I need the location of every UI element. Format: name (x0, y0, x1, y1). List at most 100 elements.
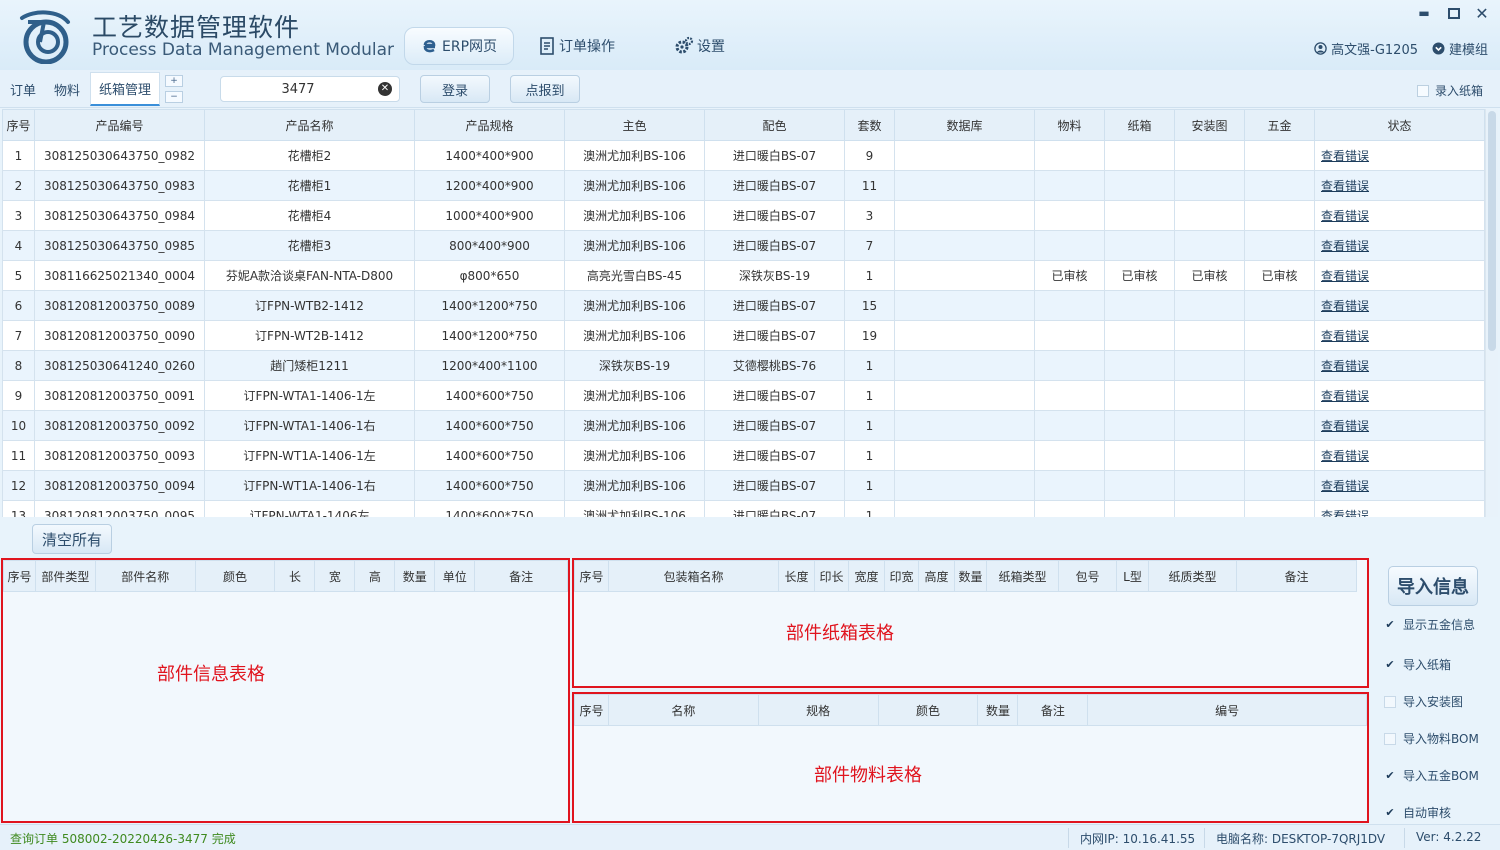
box-table-col-3[interactable]: 印长 (814, 560, 849, 592)
table-row[interactable]: 13 308120812003750_0095 订FPN-WTA1-1406左 140… (2, 500, 1485, 517)
view-error-link[interactable]: 查看错误 (1321, 449, 1369, 463)
product-table-col-9[interactable]: 纸箱 (1104, 109, 1175, 141)
view-error-link[interactable]: 查看错误 (1321, 509, 1369, 517)
option-checkbox-0[interactable]: ✔ 显示五金信息 (1384, 616, 1475, 633)
view-error-link[interactable]: 查看错误 (1321, 149, 1369, 163)
table-row[interactable]: 9 308120812003750_0091 订FPN-WTA1-1406-1左 14… (2, 380, 1485, 411)
order-search-input[interactable] (221, 77, 375, 101)
box-table-col-10[interactable]: L型 (1116, 560, 1149, 592)
box-table-col-9[interactable]: 包号 (1058, 560, 1117, 592)
tab-box-management[interactable]: 纸箱管理 (90, 72, 161, 106)
import-info-button[interactable]: 导入信息 (1388, 566, 1478, 606)
product-table-col-2[interactable]: 产品名称 (204, 109, 415, 141)
view-error-link[interactable]: 查看错误 (1321, 389, 1369, 403)
table-row[interactable]: 1 308125030643750_0982 花槽柜2 1400*400*900 澳洲尤… (2, 140, 1485, 171)
minimize-icon[interactable]: ▬ (1416, 5, 1432, 21)
material-table-col-1[interactable]: 名称 (607, 694, 759, 726)
box-table-col-4[interactable]: 宽度 (848, 560, 885, 592)
product-table-col-11[interactable]: 五金 (1244, 109, 1315, 141)
parts-table-col-8[interactable]: 单位 (434, 560, 476, 592)
box-table-col-7[interactable]: 数量 (954, 560, 987, 592)
report-button[interactable]: 点报到 (510, 75, 580, 103)
table-row[interactable]: 12 308120812003750_0094 订FPN-WT1A-1406-1右 1… (2, 470, 1485, 501)
box-table-col-5[interactable]: 印宽 (884, 560, 919, 592)
scrollbar-thumb[interactable] (1488, 111, 1496, 351)
nav-order-ops-button[interactable]: 订单操作 (524, 27, 629, 65)
option-checkbox-2[interactable]: 导入安装图 (1384, 693, 1463, 710)
option-checkbox-5[interactable]: ✔ 自动审核 (1384, 804, 1451, 821)
tab-materials[interactable]: 物料 (46, 72, 88, 106)
table-row[interactable]: 11 308120812003750_0093 订FPN-WT1A-1406-1左 1… (2, 440, 1485, 471)
view-error-link[interactable]: 查看错误 (1321, 329, 1369, 343)
product-table-col-3[interactable]: 产品规格 (414, 109, 565, 141)
material-table-col-6[interactable]: 编号 (1087, 694, 1367, 726)
material-table-col-3[interactable]: 颜色 (877, 694, 979, 726)
product-table-col-12[interactable]: 状态 (1314, 109, 1485, 141)
table-row[interactable]: 7 308120812003750_0090 订FPN-WT2B-1412 1400*… (2, 320, 1485, 351)
parts-table-col-7[interactable]: 数量 (394, 560, 436, 592)
product-table-col-8[interactable]: 物料 (1034, 109, 1105, 141)
view-error-link[interactable]: 查看错误 (1321, 269, 1369, 283)
box-table-col-6[interactable]: 高度 (918, 560, 955, 592)
parts-table-col-1[interactable]: 部件类型 (34, 560, 96, 592)
clear-icon[interactable]: ✕ (378, 82, 392, 96)
option-checkbox-1[interactable]: ✔ 导入纸箱 (1384, 656, 1451, 673)
table-row[interactable]: 10 308120812003750_0092 订FPN-WTA1-1406-1右 1… (2, 410, 1485, 441)
box-table-col-8[interactable]: 纸箱类型 (986, 560, 1059, 592)
box-table-col-0[interactable]: 序号 (574, 560, 609, 592)
table-cell (1174, 470, 1245, 501)
table-row[interactable]: 8 308125030641240_0260 趟门矮柜1211 1200*400*11… (2, 350, 1485, 381)
option-checkbox-3[interactable]: 导入物料BOM (1384, 730, 1479, 747)
product-table-col-6[interactable]: 套数 (844, 109, 895, 141)
view-error-link[interactable]: 查看错误 (1321, 209, 1369, 223)
product-table-col-10[interactable]: 安装图 (1174, 109, 1245, 141)
table-cell (1034, 350, 1105, 381)
material-table-col-0[interactable]: 序号 (574, 694, 609, 726)
close-icon[interactable]: ✕ (1474, 4, 1490, 23)
record-box-checkbox[interactable]: 录入纸箱 (1416, 82, 1483, 99)
nav-erp-button[interactable]: ERP网页 (404, 27, 514, 65)
table-row[interactable]: 6 308120812003750_0089 订FPN-WTB2-1412 1400*… (2, 290, 1485, 321)
view-error-link[interactable]: 查看错误 (1321, 299, 1369, 313)
product-table-scrollbar[interactable] (1486, 109, 1498, 517)
box-table-col-1[interactable]: 包装箱名称 (608, 560, 779, 592)
product-table-col-1[interactable]: 产品编号 (34, 109, 205, 141)
remove-tab-button[interactable]: − (165, 91, 183, 103)
table-row[interactable]: 5 308116625021340_0004 芬妮A款洽谈桌FAN-NTA-D800… (2, 260, 1485, 291)
view-error-link[interactable]: 查看错误 (1321, 239, 1369, 253)
parts-table-col-0[interactable]: 序号 (3, 560, 36, 592)
box-table-col-12[interactable]: 备注 (1236, 560, 1357, 592)
group-selector[interactable]: 建模组 (1432, 39, 1488, 58)
nav-settings-button[interactable]: 设置 (660, 27, 739, 65)
add-tab-button[interactable]: + (165, 75, 183, 87)
view-error-link[interactable]: 查看错误 (1321, 419, 1369, 433)
user-info[interactable]: 高文强-G1205 (1314, 39, 1418, 58)
parts-table-col-4[interactable]: 长 (274, 560, 316, 592)
box-table-col-11[interactable]: 纸质类型 (1148, 560, 1237, 592)
clear-all-button[interactable]: 清空所有 (32, 524, 112, 554)
table-row[interactable]: 2 308125030643750_0983 花槽柜1 1200*400*900 澳洲尤… (2, 170, 1485, 201)
tab-orders[interactable]: 订单 (2, 72, 44, 106)
parts-table-col-5[interactable]: 宽 (314, 560, 356, 592)
parts-table-col-2[interactable]: 部件名称 (94, 560, 196, 592)
option-checkbox-4[interactable]: ✔ 导入五金BOM (1384, 767, 1478, 784)
table-row[interactable]: 4 308125030643750_0985 花槽柜3 800*400*900 澳洲尤加… (2, 230, 1485, 261)
box-table-col-2[interactable]: 长度 (778, 560, 815, 592)
material-table-col-5[interactable]: 备注 (1017, 694, 1089, 726)
parts-table-col-9[interactable]: 备注 (474, 560, 568, 592)
parts-table-col-3[interactable]: 颜色 (194, 560, 276, 592)
maximize-icon[interactable] (1446, 5, 1462, 21)
material-table-col-4[interactable]: 数量 (977, 694, 1019, 726)
product-table-col-4[interactable]: 主色 (564, 109, 705, 141)
parts-table-col-6[interactable]: 高 (354, 560, 396, 592)
view-error-link[interactable]: 查看错误 (1321, 179, 1369, 193)
material-table-col-2[interactable]: 规格 (757, 694, 879, 726)
view-error-link[interactable]: 查看错误 (1321, 479, 1369, 493)
product-table-col-5[interactable]: 配色 (704, 109, 845, 141)
login-button[interactable]: 登录 (420, 75, 490, 103)
product-table-col-7[interactable]: 数据库 (894, 109, 1035, 141)
product-table-col-0[interactable]: 序号 (2, 109, 35, 141)
view-error-link[interactable]: 查看错误 (1321, 359, 1369, 373)
table-row[interactable]: 3 308125030643750_0984 花槽柜4 1000*400*900 澳洲尤… (2, 200, 1485, 231)
table-cell: 澳洲尤加利BS-106 (564, 470, 705, 501)
